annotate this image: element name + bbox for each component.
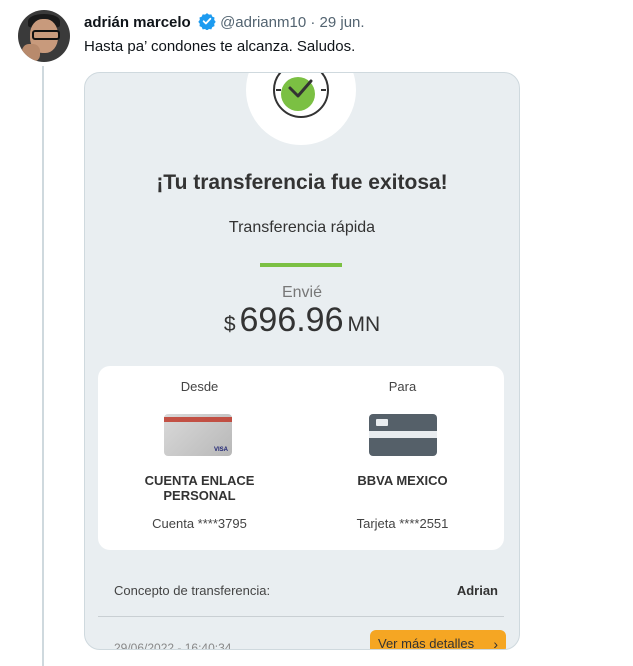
chevron-right-icon: › [493,636,498,650]
concept-row: Concepto de transferencia: Adrian [114,583,498,598]
banorte-card-icon: VISA [164,414,232,456]
divider [98,616,504,617]
more-details-button[interactable]: Ver más detalles › [370,630,506,650]
to-account: Para BBVA MEXICO Tarjeta ****2551 [301,366,504,550]
amount: $696.96 MN [85,301,519,340]
tweet-media[interactable]: ¡Tu transferencia fue exitosa! Transfere… [84,72,520,650]
handle[interactable]: @adrianm10 [220,14,306,31]
more-details-label: Ver más detalles [378,636,475,650]
currency-code: MN [347,313,381,336]
from-label: Desde [180,379,219,394]
card-chip [376,419,388,426]
avatar-hand [22,44,40,62]
card-magstripe [369,431,437,438]
generic-card-icon [369,414,437,456]
verified-badge-icon [198,12,216,34]
tweet-text: Hasta pa’ condones te alcanza. Saludos. [84,38,356,55]
amount-value: 696.96 [239,301,344,339]
currency-symbol: $ [223,313,236,336]
from-name-line1: CUENTA ENLACE [144,473,255,488]
to-label: Para [388,379,417,394]
sent-label: Envié [281,284,323,301]
thread-line [42,66,44,666]
to-account-number: Tarjeta ****2551 [356,516,449,531]
transfer-accounts-card: Desde VISA CUENTA ENLACE PERSONAL Cuenta… [98,366,504,550]
tweet-header: adrián marcelo @adrianm10 · 29 jun. [84,12,365,34]
from-account-number: Cuenta ****3795 [152,516,247,531]
accent-bar [260,263,342,267]
display-name[interactable]: adrián marcelo [84,14,191,31]
avatar-glasses [32,30,60,40]
concept-value: Adrian [456,583,498,598]
receipt-title: ¡Tu transferencia fue exitosa! [156,171,448,194]
transfer-date: 29/06/2022 - 16:40:34 [114,641,232,650]
card-stripe [164,417,232,422]
avatar[interactable] [18,10,70,62]
success-check-icon [273,73,329,118]
success-badge [246,73,356,145]
from-account: Desde VISA CUENTA ENLACE PERSONAL Cuenta… [98,366,301,550]
concept-label: Concepto de transferencia: [114,583,271,598]
from-account-name: CUENTA ENLACE PERSONAL [98,473,301,503]
visa-logo: VISA [213,447,228,453]
tweet-date[interactable]: 29 jun. [320,14,365,31]
from-name-line2: PERSONAL [163,488,236,503]
receipt-subtitle: Transferencia rápida [228,219,376,236]
to-account-name: BBVA MEXICO [357,473,448,488]
separator: · [310,14,316,31]
